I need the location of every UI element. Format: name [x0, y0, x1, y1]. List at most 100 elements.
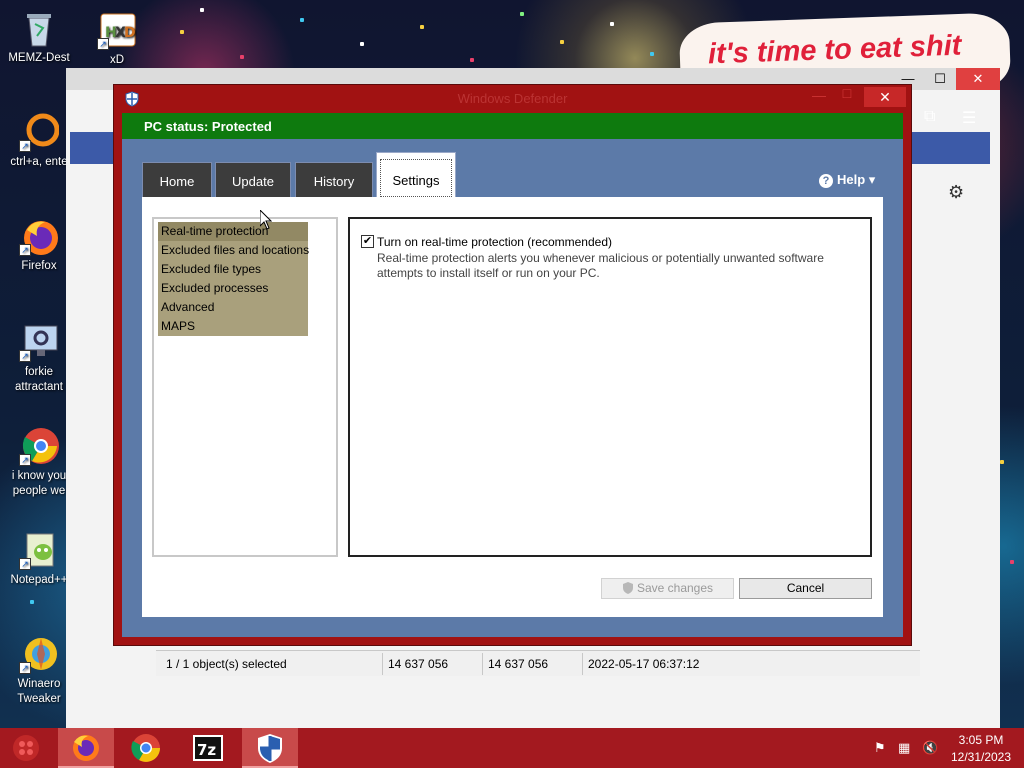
- shortcut-arrow-icon: ↗: [19, 454, 31, 466]
- confetti: [420, 25, 424, 29]
- notepadpp-icon: ↗: [19, 530, 59, 570]
- firefox-icon: ↗: [19, 216, 59, 256]
- realtime-protection-label[interactable]: Turn on real-time protection (recommende…: [377, 235, 612, 249]
- hamburger-menu-icon[interactable]: ☰: [962, 108, 976, 128]
- confetti: [240, 55, 244, 59]
- settings-content: Real-time protection Excluded files and …: [142, 197, 883, 617]
- chrome-icon: ↗: [19, 426, 59, 466]
- settings-item-realtime[interactable]: Real-time protection: [158, 222, 308, 241]
- desktop-icon-hxd[interactable]: HXD ↗ xD: [78, 10, 156, 68]
- chrome-icon: [131, 734, 160, 762]
- tab-settings[interactable]: Settings: [376, 152, 456, 198]
- settings-item-excluded-files[interactable]: Excluded files and locations: [158, 241, 309, 260]
- tab-label: Update: [232, 174, 274, 189]
- shortcut-arrow-icon: ↗: [19, 244, 31, 256]
- status-divider: [582, 653, 583, 675]
- settings-detail-panel: ✔ Turn on real-time protection (recommen…: [348, 217, 872, 557]
- confetti: [560, 40, 564, 44]
- winaero-icon: ↗: [19, 634, 59, 674]
- recycle-bin-icon: [19, 8, 59, 48]
- orange-ring-icon: ↗: [19, 112, 60, 152]
- settings-item-advanced[interactable]: Advanced: [158, 298, 308, 317]
- close-button[interactable]: ✕: [956, 68, 1000, 90]
- tab-label: Settings: [392, 173, 440, 188]
- help-icon: ?: [819, 174, 833, 188]
- shortcut-arrow-icon: ↗: [19, 662, 31, 674]
- help-label: Help ▾: [837, 172, 876, 187]
- settings-item-maps[interactable]: MAPS: [158, 317, 308, 336]
- window-title: Windows Defender: [457, 91, 568, 106]
- status-divider: [482, 653, 483, 675]
- save-changes-label: Save changes: [636, 581, 714, 595]
- shortcut-arrow-icon: ↗: [97, 38, 109, 50]
- confetti: [180, 30, 184, 34]
- shortcut-arrow-icon: ↗: [19, 140, 31, 152]
- cancel-button[interactable]: Cancel: [739, 578, 872, 599]
- save-changes-button[interactable]: Save changes: [601, 578, 734, 599]
- flag-icon[interactable]: ⚑: [874, 740, 886, 756]
- settings-item-excluded-types[interactable]: Excluded file types: [158, 260, 308, 279]
- 7zip-icon: 7z: [193, 735, 223, 761]
- settings-category-list[interactable]: Real-time protection Excluded files and …: [152, 217, 338, 557]
- modified-date: 2022-05-17 06:37:12: [588, 657, 700, 671]
- packed-size-value: 14 637 056: [488, 657, 549, 671]
- tab-label: Home: [159, 174, 195, 189]
- realtime-protection-description: Real-time protection alerts you whenever…: [377, 251, 824, 280]
- pc-status-bar: PC status: Protected: [122, 113, 903, 139]
- confetti: [520, 12, 524, 16]
- confetti: [30, 600, 34, 604]
- defender-icon: [258, 734, 282, 763]
- help-menu[interactable]: ? Help ▾: [819, 172, 875, 188]
- gear-icon[interactable]: ⚙: [948, 182, 964, 203]
- minimize-button[interactable]: —: [808, 87, 830, 107]
- taskbar-7zip[interactable]: 7z: [180, 728, 236, 768]
- tab-home[interactable]: Home: [142, 162, 212, 198]
- settings-screen-icon: ↗: [19, 322, 59, 362]
- windows-defender-window[interactable]: Windows Defender — ☐ ✕ PC status: Protec…: [114, 85, 911, 645]
- confetti: [1000, 460, 1004, 464]
- confetti: [200, 8, 204, 12]
- firefox-icon: [73, 735, 99, 761]
- taskbar-firefox[interactable]: [58, 728, 114, 768]
- taskbar-chrome[interactable]: [118, 728, 174, 768]
- shortcut-arrow-icon: ↗: [19, 350, 31, 362]
- clock-date[interactable]: 12/31/2023: [950, 750, 1012, 764]
- confetti: [360, 42, 364, 46]
- confetti: [610, 22, 614, 26]
- defender-titlebar[interactable]: Windows Defender — ☐ ✕: [114, 85, 911, 111]
- maximize-button[interactable]: ☐: [924, 68, 956, 90]
- desktop-icon-recycle-bin[interactable]: MEMZ-Dest: [0, 8, 78, 66]
- shortcut-arrow-icon: ↗: [19, 558, 31, 570]
- pc-status-text: PC status: Protected: [144, 119, 272, 134]
- close-button[interactable]: ✕: [864, 87, 906, 107]
- tab-label: History: [313, 174, 355, 189]
- confetti: [1010, 560, 1014, 564]
- start-button[interactable]: [0, 728, 52, 768]
- clock-time[interactable]: 3:05 PM: [950, 733, 1012, 747]
- desktop-icon-label: MEMZ-Dest: [8, 52, 70, 64]
- volume-muted-icon[interactable]: 🔇: [922, 740, 938, 756]
- taskbar-defender[interactable]: [242, 728, 298, 768]
- selection-count: 1 / 1 object(s) selected: [166, 657, 287, 671]
- hxd-icon: HXD ↗: [97, 10, 137, 50]
- confetti: [470, 58, 474, 62]
- extensions-icon[interactable]: ⧉: [924, 108, 935, 126]
- confetti: [650, 52, 654, 56]
- mouse-cursor-icon: [259, 208, 273, 230]
- start-orb-icon: [13, 735, 39, 761]
- network-icon[interactable]: ▦: [898, 740, 910, 756]
- svg-text:D: D: [124, 25, 136, 41]
- background-window-statusbar: 1 / 1 object(s) selected 14 637 056 14 6…: [156, 650, 920, 676]
- size-value: 14 637 056: [388, 657, 449, 671]
- uac-shield-icon: [622, 581, 634, 594]
- tab-update[interactable]: Update: [215, 162, 291, 198]
- realtime-protection-checkbox[interactable]: ✔: [361, 235, 374, 248]
- settings-item-excluded-processes[interactable]: Excluded processes: [158, 279, 308, 298]
- maximize-button[interactable]: ☐: [836, 87, 858, 107]
- tab-history[interactable]: History: [295, 162, 373, 198]
- defender-body: PC status: Protected Home Update History…: [122, 113, 903, 637]
- taskbar: 7z ⚑ ▦ 🔇 3:05 PM 12/31/2023: [0, 728, 1024, 768]
- status-divider: [382, 653, 383, 675]
- desktop-icon-label: xD: [109, 54, 125, 66]
- svg-text:7z: 7z: [197, 741, 216, 759]
